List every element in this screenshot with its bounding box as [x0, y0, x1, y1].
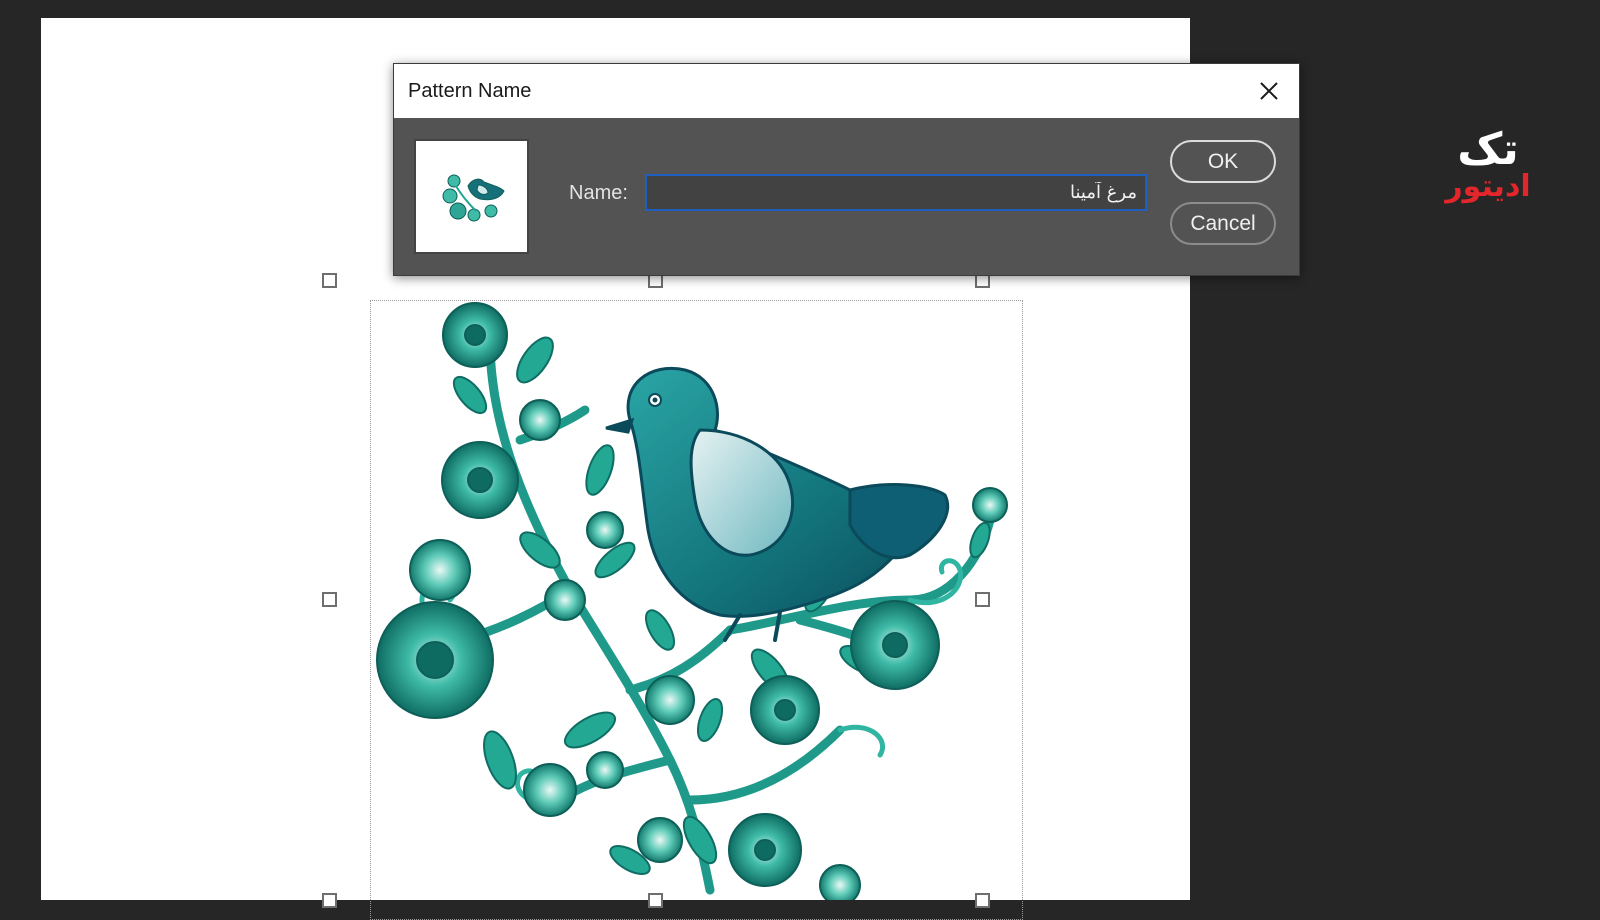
pattern-name-input[interactable]: [645, 174, 1147, 211]
logo-line-1: تک: [1457, 124, 1519, 175]
transform-handle-bottom-right[interactable]: [975, 893, 990, 908]
transform-handle-middle-left[interactable]: [322, 592, 337, 607]
dialog-title: Pattern Name: [408, 79, 532, 102]
cancel-button[interactable]: Cancel: [1170, 202, 1276, 245]
logo-line-2: ادیتور: [1445, 169, 1531, 204]
ok-button[interactable]: OK: [1170, 140, 1276, 183]
pattern-thumbnail: [414, 139, 529, 254]
dialog-titlebar[interactable]: Pattern Name: [394, 64, 1299, 118]
name-label: Name:: [569, 182, 628, 204]
bird-pattern-thumbnail: [442, 174, 505, 222]
transform-handle-bottom-left[interactable]: [322, 893, 337, 908]
site-logo: تک ادیتور: [1438, 128, 1538, 202]
transform-handle-bottom-center[interactable]: [648, 893, 663, 908]
bird-artwork: [376, 302, 1008, 900]
transform-handle-top-left[interactable]: [322, 273, 337, 288]
close-icon: [1260, 82, 1278, 100]
transform-handle-middle-right[interactable]: [975, 592, 990, 607]
close-button[interactable]: [1249, 72, 1289, 110]
pattern-name-dialog: Pattern Name Name: OK Cancel: [393, 63, 1300, 276]
